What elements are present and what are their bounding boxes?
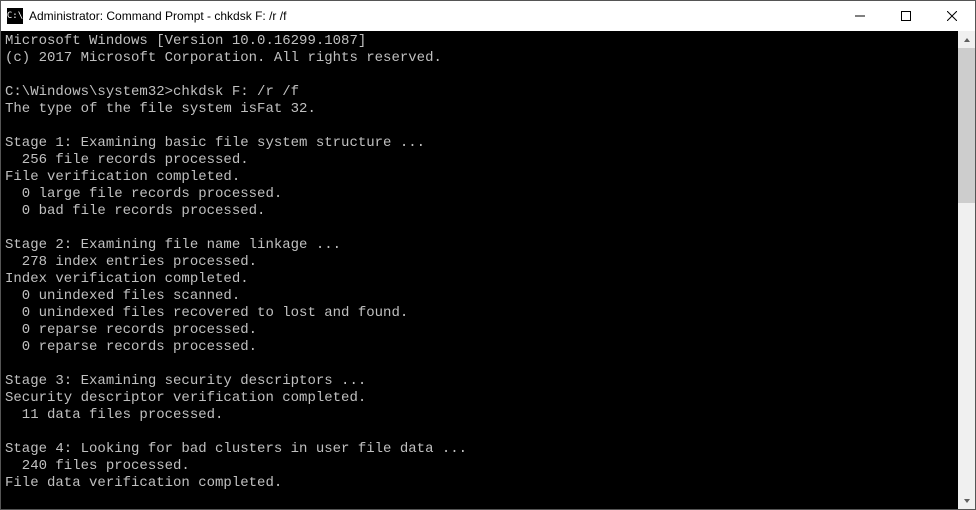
cmd-icon: C:\	[7, 8, 23, 24]
command-prompt-window: C:\ Administrator: Command Prompt - chkd…	[0, 0, 976, 510]
terminal-output[interactable]: Microsoft Windows [Version 10.0.16299.10…	[1, 31, 958, 509]
cmd-icon-text: C:\	[7, 11, 23, 21]
scrollbar-track[interactable]	[958, 48, 975, 492]
scroll-down-button[interactable]	[958, 492, 975, 509]
close-button[interactable]	[929, 1, 975, 31]
scrollbar-thumb[interactable]	[958, 48, 975, 203]
terminal-area: Microsoft Windows [Version 10.0.16299.10…	[1, 31, 975, 509]
window-title: Administrator: Command Prompt - chkdsk F…	[29, 9, 837, 23]
maximize-button[interactable]	[883, 1, 929, 31]
vertical-scrollbar[interactable]	[958, 31, 975, 509]
titlebar: C:\ Administrator: Command Prompt - chkd…	[1, 1, 975, 31]
scroll-up-button[interactable]	[958, 31, 975, 48]
window-controls	[837, 1, 975, 31]
minimize-button[interactable]	[837, 1, 883, 31]
